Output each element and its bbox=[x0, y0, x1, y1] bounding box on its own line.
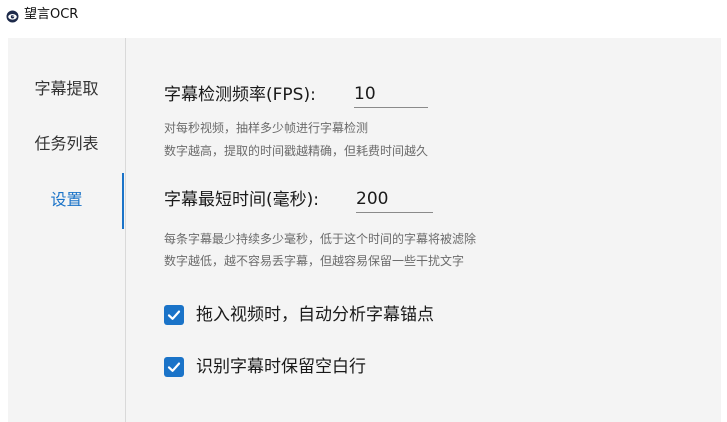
checkmark-icon bbox=[167, 362, 181, 372]
sidebar: 字幕提取 任务列表 设置 bbox=[8, 38, 126, 422]
sidebar-item-settings[interactable]: 设置 bbox=[8, 182, 125, 218]
sidebar-item-label: 字幕提取 bbox=[34, 79, 99, 98]
settings-panel: 字幕检测频率(FPS): 对每秒视频，抽样多少帧进行字幕检测 数字越高，提取的时… bbox=[126, 38, 721, 422]
fps-help-line-2: 数字越高，提取的时间戳越精确，但耗费时间越久 bbox=[164, 144, 429, 158]
active-nav-indicator bbox=[122, 173, 124, 229]
main-window: 字幕提取 任务列表 设置 字幕检测频率(FPS): 对每秒视频，抽样多少帧进行字… bbox=[8, 38, 721, 422]
fps-input[interactable] bbox=[354, 81, 428, 108]
sidebar-item-task-list[interactable]: 任务列表 bbox=[8, 126, 125, 162]
fps-label: 字幕检测频率(FPS): bbox=[164, 85, 316, 105]
keep-blank-lines-checkbox[interactable] bbox=[164, 357, 184, 377]
auto-anchor-option[interactable]: 拖入视频时，自动分析字幕锚点 bbox=[164, 303, 434, 327]
min-duration-help-line-2: 数字越低，越不容易丢字幕，但越容易保留一些干扰文字 bbox=[164, 254, 465, 268]
sidebar-item-label: 设置 bbox=[50, 190, 83, 209]
auto-anchor-label: 拖入视频时，自动分析字幕锚点 bbox=[196, 305, 434, 325]
sidebar-item-subtitle-extract[interactable]: 字幕提取 bbox=[8, 71, 125, 107]
app-title: 望言OCR bbox=[24, 7, 79, 22]
keep-blank-lines-option[interactable]: 识别字幕时保留空白行 bbox=[164, 355, 366, 379]
auto-anchor-checkbox[interactable] bbox=[164, 305, 184, 325]
sidebar-item-label: 任务列表 bbox=[34, 134, 99, 153]
min-duration-label: 字幕最短时间(毫秒): bbox=[164, 190, 319, 210]
min-duration-input[interactable] bbox=[356, 186, 433, 213]
title-bar: 望言OCR bbox=[0, 0, 727, 30]
fps-help-line-1: 对每秒视频，抽样多少帧进行字幕检测 bbox=[164, 121, 369, 135]
checkmark-icon bbox=[167, 310, 181, 320]
keep-blank-lines-label: 识别字幕时保留空白行 bbox=[196, 357, 366, 377]
min-duration-help-line-1: 每条字幕最少持续多少毫秒，低于这个时间的字幕将被滤除 bbox=[164, 232, 477, 246]
app-logo-icon bbox=[6, 8, 19, 23]
